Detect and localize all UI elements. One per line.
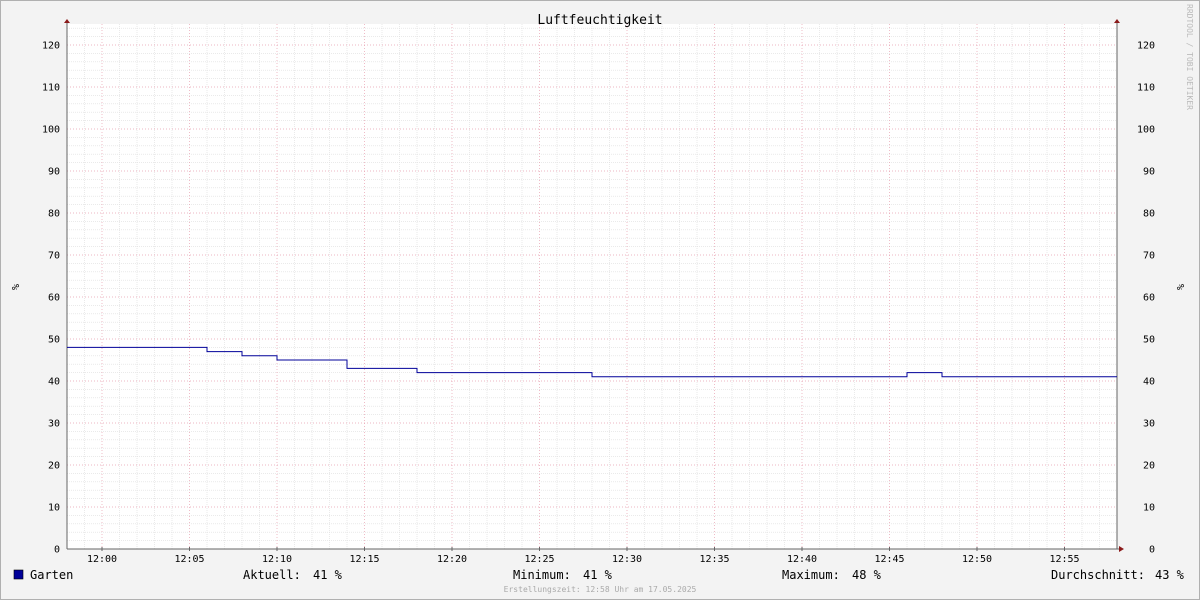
- x-tick-label: 12:40: [787, 554, 817, 565]
- y-tick-label-right: 80: [1143, 209, 1155, 220]
- y-tick-label-right: 0: [1149, 545, 1155, 556]
- x-tick-label: 12:05: [174, 554, 204, 565]
- y-axis-label-right: %: [1174, 284, 1185, 290]
- stat-value-maximum: 48 %: [852, 568, 882, 582]
- x-tick-label: 12:10: [262, 554, 292, 565]
- y-tick-label-left: 0: [54, 545, 60, 556]
- y-axis-arrow-right: [1114, 19, 1120, 23]
- y-tick-label-right: 60: [1143, 293, 1155, 304]
- stat-label-minimum: Minimum:: [513, 568, 571, 582]
- y-tick-label-right: 70: [1143, 251, 1155, 262]
- stat-value-aktuell: 41 %: [313, 568, 343, 582]
- stat-label-aktuell: Aktuell:: [243, 568, 301, 582]
- creation-time-note: Erstellungszeit: 12:58 Uhr am 17.05.2025: [504, 585, 697, 594]
- x-tick-label: 12:20: [437, 554, 467, 565]
- y-tick-label-left: 100: [42, 125, 60, 136]
- x-tick-label: 12:15: [349, 554, 379, 565]
- y-tick-label-left: 120: [42, 41, 60, 52]
- chart-title: Luftfeuchtigkeit: [537, 13, 662, 28]
- stat-value-minimum: 41 %: [583, 568, 613, 582]
- y-tick-label-right: 90: [1143, 167, 1155, 178]
- y-tick-label-right: 100: [1137, 125, 1155, 136]
- y-tick-label-left: 50: [48, 335, 60, 346]
- chart: 0 10 20 30 40 50 60 70 80 90 100 110 120 0 10 20 30 40 50…: [9, 4, 1194, 594]
- y-tick-label-right: 10: [1143, 503, 1155, 514]
- y-axis-label-left: %: [9, 284, 20, 290]
- y-tick-label-left: 60: [48, 293, 60, 304]
- x-tick-label: 12:50: [962, 554, 992, 565]
- y-tick-label-left: 110: [42, 83, 60, 94]
- y-tick-labels-right: 0 10 20 30 40 50 60 70 80 90 100 110 120: [1137, 41, 1155, 556]
- y-tick-label-left: 70: [48, 251, 60, 262]
- y-tick-label-left: 10: [48, 503, 60, 514]
- stat-label-durchschnitt: Durchschnitt:: [1051, 568, 1145, 582]
- legend: Garten Aktuell: 41 % Minimum: 41 % Maxim…: [13, 568, 1185, 582]
- y-axis-arrow-left: [64, 19, 70, 23]
- minor-grid: [66, 24, 1118, 549]
- x-tick-label: 12:30: [612, 554, 642, 565]
- y-tick-label-right: 20: [1143, 461, 1155, 472]
- x-tick-label: 12:00: [87, 554, 117, 565]
- stat-label-maximum: Maximum:: [782, 568, 840, 582]
- legend-label-garten: Garten: [30, 568, 73, 582]
- y-tick-label-left: 40: [48, 377, 60, 388]
- x-tick-label: 12:35: [699, 554, 729, 565]
- x-axis-arrow: [1119, 546, 1124, 552]
- x-tick-labels: 12:00 12:05 12:10 12:15 12:20 12:25 12:30 12:35…: [87, 554, 1080, 565]
- x-tick-label: 12:55: [1049, 554, 1079, 565]
- legend-swatch-garten: [13, 569, 24, 580]
- watermark-text: RRDTOOL / TOBI OETIKER: [1185, 4, 1194, 110]
- x-tick-label: 12:45: [874, 554, 904, 565]
- y-tick-label-right: 30: [1143, 419, 1155, 430]
- y-tick-label-right: 110: [1137, 83, 1155, 94]
- y-tick-label-left: 20: [48, 461, 60, 472]
- y-tick-label-right: 50: [1143, 335, 1155, 346]
- x-tick-label: 12:25: [524, 554, 554, 565]
- y-tick-label-right: 40: [1143, 377, 1155, 388]
- y-tick-labels-left: 0 10 20 30 40 50 60 70 80 90 100 110 120: [42, 41, 60, 556]
- y-tick-label-left: 80: [48, 209, 60, 220]
- y-tick-label-left: 90: [48, 167, 60, 178]
- stat-value-durchschnitt: 43 %: [1155, 568, 1185, 582]
- y-tick-label-left: 30: [48, 419, 60, 430]
- y-tick-label-right: 120: [1137, 41, 1155, 52]
